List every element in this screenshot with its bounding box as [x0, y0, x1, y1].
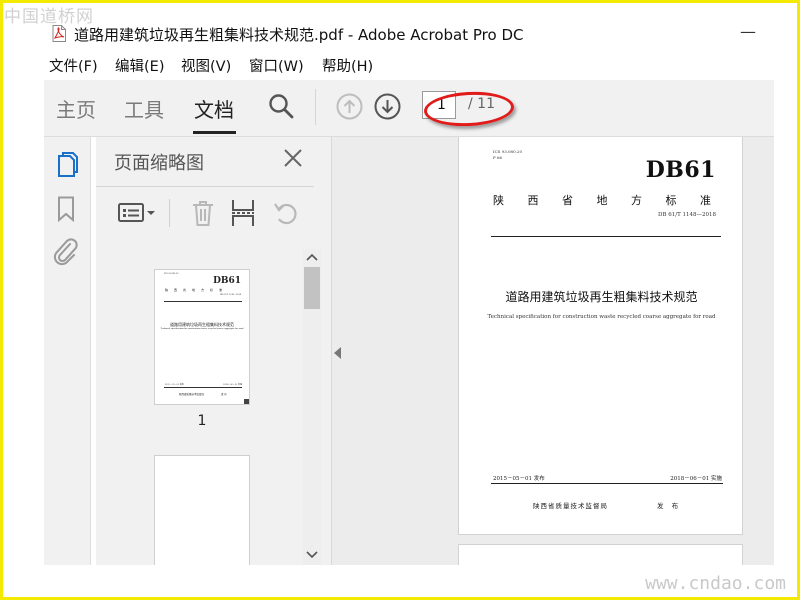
left-icon-strip: [44, 137, 91, 565]
crop-icon[interactable]: [230, 198, 256, 228]
thumbnail-scrollbar[interactable]: [303, 249, 321, 565]
menu-file[interactable]: 文件(F): [49, 55, 98, 76]
page-thumbnail-2[interactable]: [154, 455, 250, 565]
tool-separator: [169, 199, 170, 227]
active-tab-indicator: [193, 131, 236, 134]
thumb-implement-date: 2018－06－01 实施: [223, 384, 242, 386]
watermark-top: 中国道桥网: [4, 7, 94, 27]
doc-footer-rule: [491, 483, 723, 484]
thumb-standard-no: DB 61/T 1148—2018: [219, 294, 241, 296]
minimize-button[interactable]: —: [740, 22, 756, 41]
tab-home[interactable]: 主页: [56, 94, 96, 123]
scroll-up-icon[interactable]: [306, 253, 318, 261]
thumb-standard-type: 陕西省地方标准: [165, 288, 229, 292]
doc-db-code: DB61: [645, 157, 716, 183]
delete-icon[interactable]: [191, 199, 215, 227]
doc-standard-number: DB 61/T 1148—2018: [658, 212, 716, 218]
window-title: 道路用建筑垃圾再生粗集料技术规范.pdf - Adobe Acrobat Pro…: [74, 26, 524, 44]
collapse-panel-icon[interactable]: [334, 347, 341, 359]
toolbar-separator: [315, 89, 316, 125]
doc-header-rule: [491, 236, 721, 237]
main-toolbar: 主页 工具 文档 1 / 11: [44, 80, 774, 137]
tab-tools[interactable]: 工具: [124, 94, 164, 123]
pdf-page-1: ICS 93.080.20 P 66 DB61 陕 西 省 地 方 标 准 DB…: [458, 137, 743, 535]
scroll-down-icon[interactable]: [306, 551, 318, 559]
attachment-icon[interactable]: [52, 238, 80, 266]
panel-divider: [96, 186, 314, 187]
thumb-issue-word: 发 布: [221, 393, 227, 396]
page-thumbnails-panel: 页面缩略图 ICS 93.080.20 DB61 陕西省地方标准 DB 61/T…: [96, 137, 332, 565]
bookmark-icon[interactable]: [57, 196, 75, 222]
menu-view[interactable]: 视图(V): [181, 55, 231, 76]
search-icon[interactable]: [268, 93, 294, 119]
pdf-file-icon: [52, 25, 66, 42]
menu-window[interactable]: 窗口(W): [249, 55, 304, 76]
menu-help[interactable]: 帮助(H): [322, 55, 373, 76]
thumb-db-code: DB61: [213, 276, 241, 286]
thumb-publish-date: 2015－05－01 发布: [165, 384, 184, 386]
rotate-icon[interactable]: [272, 199, 300, 227]
menu-bar: 文件(F) 编辑(E) 视图(V) 窗口(W) 帮助(H): [44, 52, 794, 78]
doc-publish-date: 2015－05－01 发布: [493, 476, 545, 482]
thumbnail-label: 1: [197, 413, 207, 429]
doc-title-en: Technical specification for construction…: [487, 314, 716, 320]
doc-issuer: 陕西省质量技术监督局: [533, 502, 608, 510]
document-viewport[interactable]: ICS 93.080.20 P 66 DB61 陕 西 省 地 方 标 准 DB…: [332, 137, 774, 565]
pdf-page-2: [458, 544, 743, 565]
close-icon[interactable]: [282, 147, 304, 169]
menu-edit[interactable]: 编辑(E): [115, 55, 164, 76]
doc-title: 道路用建筑垃圾再生粗集料技术规范: [505, 290, 698, 304]
tab-document[interactable]: 文档: [194, 94, 234, 123]
watermark-bottom: www.cndao.com: [645, 573, 786, 594]
doc-ics: ICS 93.080.20 P 66: [493, 149, 523, 160]
scroll-thumb[interactable]: [304, 267, 320, 309]
doc-implement-date: 2018－06－01 实施: [670, 476, 722, 482]
thumb-title-en: Technical specification for construction…: [160, 328, 244, 330]
previous-page-icon[interactable]: [336, 93, 363, 120]
thumb-rule: [164, 301, 242, 302]
title-bar: 道路用建筑垃圾再生粗集料技术规范.pdf - Adobe Acrobat Pro…: [44, 20, 794, 48]
panel-title: 页面缩略图: [114, 153, 204, 174]
next-page-icon[interactable]: [374, 93, 401, 120]
thumbnail-options-icon[interactable]: [118, 201, 156, 225]
page-thumbnail-1[interactable]: ICS 93.080.20 DB61 陕西省地方标准 DB 61/T 1148—…: [154, 269, 250, 405]
doc-issue-word: 发 布: [657, 502, 682, 510]
thumb-ics: ICS 93.080.20: [164, 273, 179, 275]
pages-icon[interactable]: [55, 151, 79, 179]
doc-standard-type: 陕 西 省 地 方 标 准: [493, 194, 711, 207]
thumb-issuer: 陕西省质量技术监督局: [179, 393, 205, 396]
thumb-rule-2: [164, 387, 242, 388]
thumbnail-list: ICS 93.080.20 DB61 陕西省地方标准 DB 61/T 1148—…: [96, 249, 301, 565]
thumb-resize-handle[interactable]: [244, 399, 249, 404]
